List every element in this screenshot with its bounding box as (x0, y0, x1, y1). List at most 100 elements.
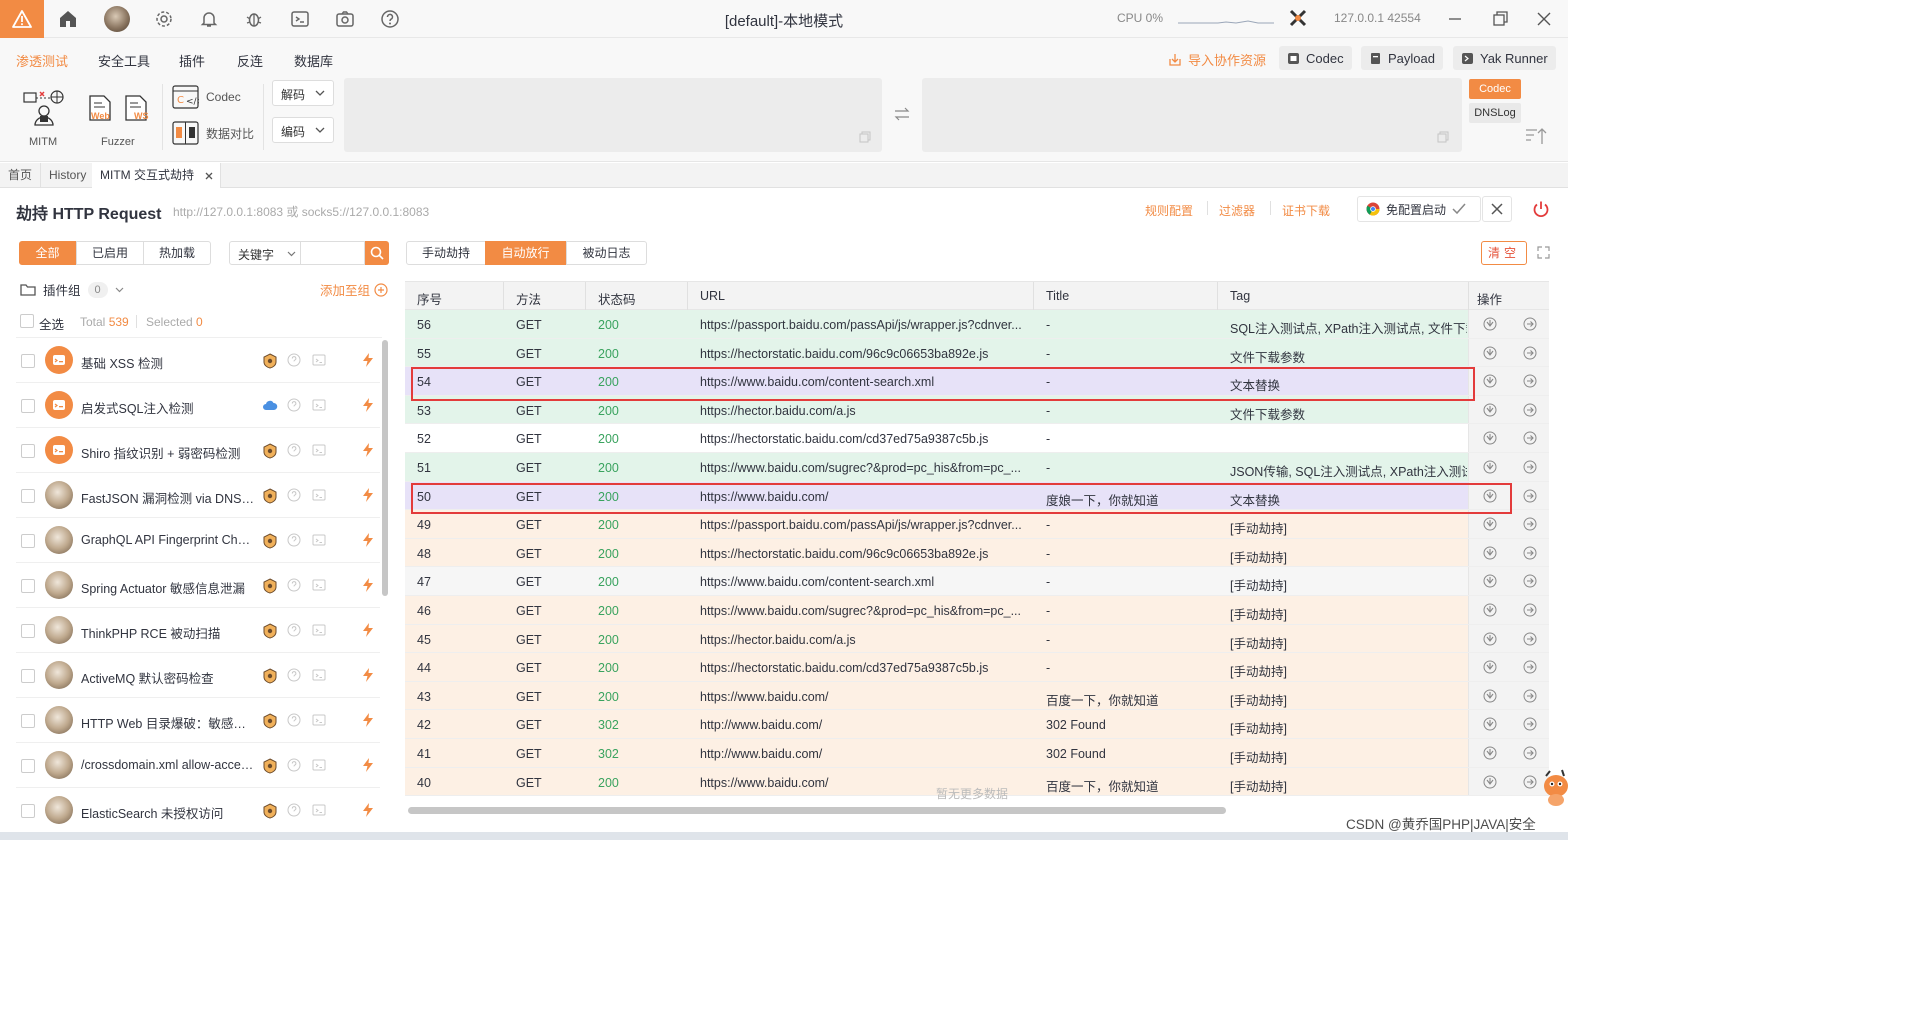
help-icon[interactable] (287, 533, 301, 547)
filter-hot-load[interactable]: 热加载 (143, 241, 211, 265)
share-icon[interactable] (1483, 431, 1497, 445)
help-icon[interactable] (287, 623, 301, 637)
arrow-right-circle-icon[interactable] (1523, 431, 1537, 445)
col-tag[interactable]: Tag (1230, 289, 1250, 303)
share-icon[interactable] (1483, 546, 1497, 560)
help-icon[interactable] (380, 9, 400, 29)
close-window-icon[interactable] (1533, 8, 1555, 30)
tab-home[interactable]: 首页 (0, 163, 42, 188)
lightning-icon[interactable] (360, 397, 376, 413)
rules-config-link[interactable]: 规则配置 (1145, 202, 1193, 219)
sort-icon[interactable] (1525, 127, 1547, 145)
plugin-row[interactable]: FastJSON 漏洞检测 via DNSLog (16, 474, 380, 518)
plugin-checkbox[interactable] (21, 354, 35, 368)
plugin-row[interactable]: 启发式SQL注入检测 (16, 384, 380, 428)
plugin-row[interactable]: ActiveMQ 默认密码检查 (16, 654, 380, 698)
launch-browser-button[interactable]: 免配置启动 (1357, 196, 1481, 222)
terminal-icon[interactable] (290, 9, 310, 29)
plugin-row[interactable]: 基础 XSS 检测 (16, 339, 380, 383)
share-icon[interactable] (1483, 717, 1497, 731)
share-icon[interactable] (1483, 574, 1497, 588)
import-resources-link[interactable]: 导入协作资源 (1168, 50, 1266, 69)
plugin-checkbox[interactable] (21, 489, 35, 503)
lightning-icon[interactable] (360, 802, 376, 818)
codec-output-area[interactable] (922, 78, 1462, 152)
keyword-select[interactable]: 关键字 (229, 241, 301, 265)
arrow-right-circle-icon[interactable] (1523, 632, 1537, 646)
close-mitm-button[interactable] (1482, 196, 1512, 222)
arrow-right-circle-icon[interactable] (1523, 717, 1537, 731)
arrow-right-circle-icon[interactable] (1523, 546, 1537, 560)
clear-button[interactable]: 清空 (1481, 241, 1527, 265)
stop-mitm-button[interactable] (1526, 196, 1556, 222)
code-icon[interactable] (312, 623, 326, 637)
tab-history[interactable]: History (41, 163, 96, 188)
lightning-icon[interactable] (360, 352, 376, 368)
arrow-right-circle-icon[interactable] (1523, 603, 1537, 617)
menu-database[interactable]: 数据库 (294, 51, 333, 70)
tab-mitm[interactable]: MITM 交互式劫持 (92, 163, 221, 188)
plugin-checkbox[interactable] (21, 444, 35, 458)
user-avatar[interactable] (104, 6, 130, 32)
help-icon[interactable] (287, 353, 301, 367)
lightning-icon[interactable] (360, 532, 376, 548)
table-row[interactable]: 52 GET 200 https://hectorstatic.baidu.com/c… (405, 424, 1549, 453)
lightning-icon[interactable] (360, 667, 376, 683)
fullscreen-icon[interactable] (1537, 246, 1550, 259)
arrow-right-circle-icon[interactable] (1523, 374, 1537, 388)
plugin-search-input[interactable] (301, 241, 365, 265)
fuzzer-ws-button[interactable]: WS (124, 94, 150, 124)
close-icon[interactable] (205, 172, 213, 180)
arrow-right-circle-icon[interactable] (1523, 660, 1537, 674)
share-icon[interactable] (1483, 403, 1497, 417)
col-id[interactable]: 序号 (417, 289, 442, 308)
gear-icon[interactable] (154, 9, 174, 29)
select-all-checkbox[interactable] (20, 314, 34, 328)
menu-pentest[interactable]: 渗透测试 (16, 51, 68, 70)
help-icon[interactable] (287, 488, 301, 502)
swap-icon[interactable] (894, 107, 910, 121)
filter-enabled[interactable]: 已启用 (76, 241, 144, 265)
help-icon[interactable] (287, 443, 301, 457)
share-icon[interactable] (1483, 660, 1497, 674)
copy-icon[interactable] (859, 131, 871, 143)
plugin-row[interactable]: GraphQL API Fingerprint Chec... (16, 519, 380, 563)
camera-icon[interactable] (335, 9, 355, 29)
code-icon[interactable] (312, 398, 326, 412)
arrow-right-circle-icon[interactable] (1523, 689, 1537, 703)
table-row[interactable]: 48 GET 200 https://hectorstatic.baidu.com/9… (405, 538, 1549, 568)
menu-reverse[interactable]: 反连 (237, 51, 263, 70)
menu-plugins[interactable]: 插件 (179, 51, 205, 70)
help-icon[interactable] (287, 803, 301, 817)
fuzzer-web-button[interactable]: Web (88, 94, 114, 124)
arrow-right-circle-icon[interactable] (1523, 746, 1537, 760)
share-icon[interactable] (1483, 346, 1497, 360)
tab-manual-hijack[interactable]: 手动劫持 (406, 241, 486, 265)
table-row[interactable]: 41 GET 302 http://www.baidu.com/302 Found [手… (405, 739, 1549, 768)
side-codec-button[interactable]: Codec (1469, 79, 1521, 99)
share-icon[interactable] (1483, 689, 1497, 703)
share-icon[interactable] (1483, 632, 1497, 646)
table-row[interactable]: 46 GET 200 https://www.baidu.com/sugrec?&pr… (405, 596, 1549, 625)
plugin-checkbox[interactable] (21, 804, 35, 818)
yak-runner-top-button[interactable]: Yak Runner (1453, 46, 1556, 70)
col-url[interactable]: URL (700, 289, 725, 303)
plugin-row[interactable]: Spring Actuator 敏感信息泄漏 (16, 564, 380, 608)
plugin-checkbox[interactable] (21, 624, 35, 638)
arrow-right-circle-icon[interactable] (1523, 317, 1537, 331)
plugin-checkbox[interactable] (21, 714, 35, 728)
arrow-right-circle-icon[interactable] (1523, 346, 1537, 360)
mitm-tool-button[interactable] (22, 89, 66, 129)
lightning-icon[interactable] (360, 487, 376, 503)
table-horizontal-scrollbar[interactable] (408, 807, 1226, 814)
arrow-right-circle-icon[interactable] (1523, 574, 1537, 588)
cert-download-link[interactable]: 证书下载 (1282, 202, 1330, 219)
copy-icon[interactable] (1437, 131, 1449, 143)
codec-input-area[interactable] (344, 78, 882, 152)
help-icon[interactable] (287, 668, 301, 682)
table-row[interactable]: 43 GET 200 https://www.baidu.com/百度一下，你就知道 [… (405, 681, 1549, 711)
col-title[interactable]: Title (1046, 289, 1069, 303)
plugin-row[interactable]: ElasticSearch 未授权访问 (16, 789, 380, 833)
tab-passive-log[interactable]: 被动日志 (566, 241, 647, 265)
payload-top-button[interactable]: Payload (1361, 46, 1443, 70)
